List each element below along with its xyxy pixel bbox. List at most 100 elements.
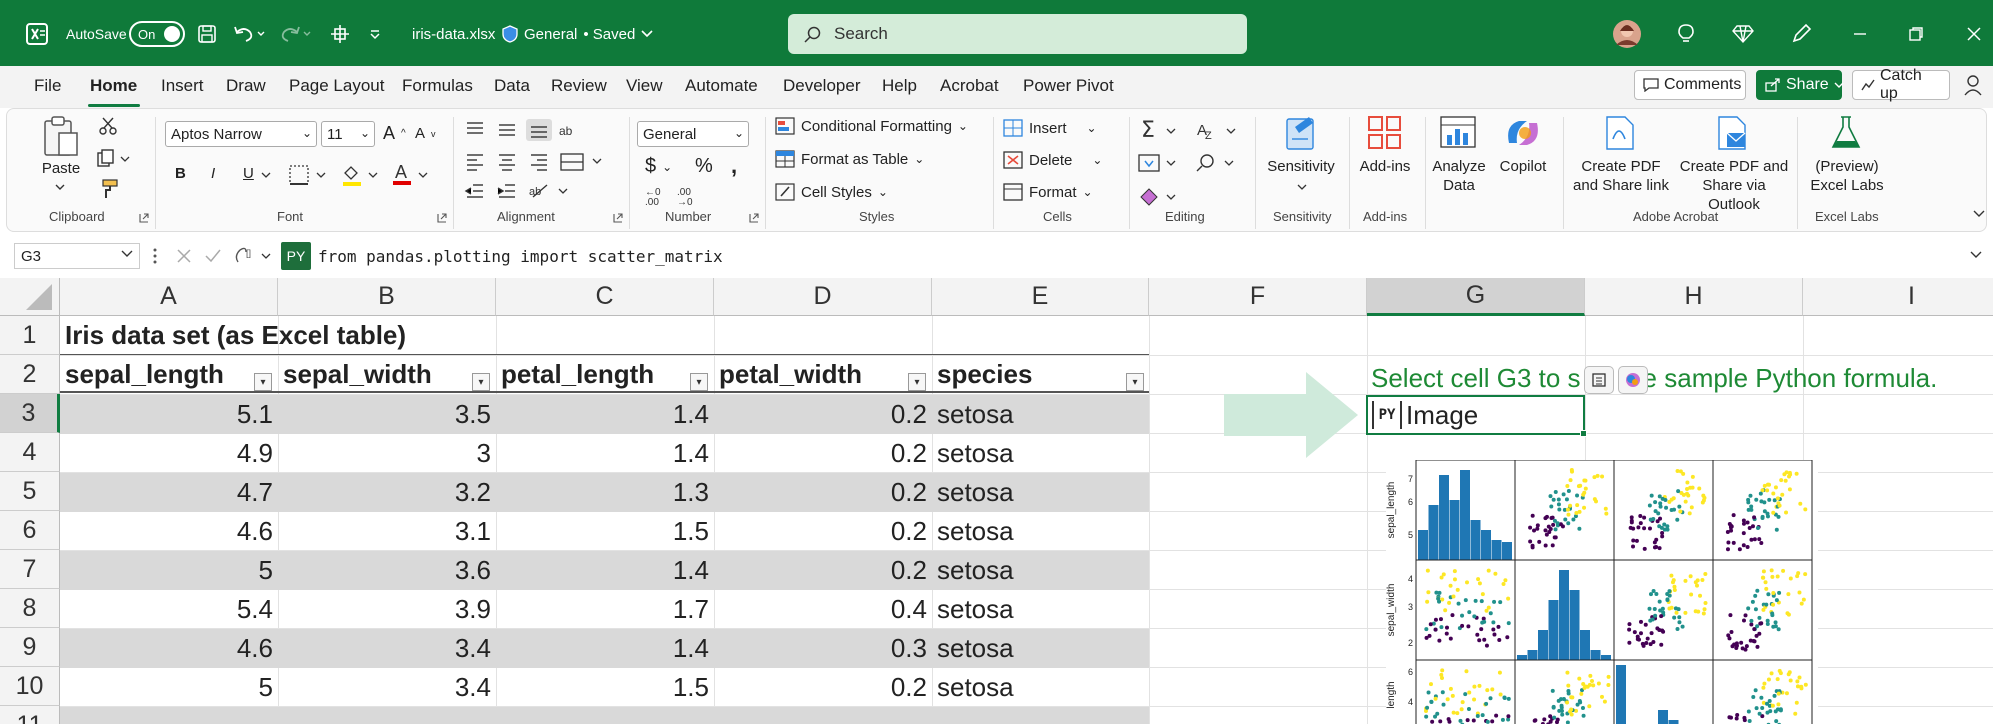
enter-icon[interactable] bbox=[204, 248, 222, 264]
table-cell[interactable]: 4.6 bbox=[60, 629, 278, 668]
avatar[interactable] bbox=[1612, 18, 1642, 50]
column-header-e[interactable]: E bbox=[932, 278, 1149, 316]
table-header-cell[interactable]: sepal_width bbox=[278, 355, 496, 394]
close-icon[interactable] bbox=[1966, 18, 1982, 50]
table-cell[interactable]: 0.2 bbox=[714, 668, 932, 707]
dialog-launcher-icon[interactable] bbox=[437, 213, 447, 223]
table-cell[interactable]: 4.6 bbox=[60, 512, 278, 551]
row-header-2[interactable]: 2 bbox=[0, 355, 60, 394]
table-cell[interactable]: setosa bbox=[932, 551, 1149, 590]
tab-review[interactable]: Review bbox=[551, 76, 607, 96]
table-cell[interactable]: 4.9 bbox=[60, 434, 278, 473]
table-cell[interactable]: 0.3 bbox=[714, 629, 932, 668]
table-cell[interactable]: 0.2 bbox=[714, 434, 932, 473]
sensitivity-label[interactable]: General • Saved bbox=[502, 18, 653, 50]
worksheet-grid[interactable]: A B C D E F G H I 1 2 3 4 5 6 7 8 9 10 1… bbox=[0, 278, 1993, 724]
align-left-icon[interactable] bbox=[463, 151, 613, 173]
column-header-c[interactable]: C bbox=[496, 278, 714, 316]
tab-automate[interactable]: Automate bbox=[685, 76, 758, 96]
column-header-f[interactable]: F bbox=[1149, 278, 1367, 316]
row-header-9[interactable]: 9 bbox=[0, 628, 60, 667]
table-cell[interactable]: 1.4 bbox=[496, 395, 714, 434]
row-header-10[interactable]: 10 bbox=[0, 667, 60, 706]
filter-dropdown-icon[interactable]: ▾ bbox=[254, 373, 272, 391]
column-header-h[interactable]: H bbox=[1585, 278, 1803, 316]
tab-page-layout[interactable]: Page Layout bbox=[289, 76, 384, 96]
table-cell[interactable]: 1.4 bbox=[496, 551, 714, 590]
insert-cells-button[interactable]: Insert ⌄ bbox=[1003, 119, 1097, 137]
addins-button[interactable]: Add-ins bbox=[1353, 157, 1417, 176]
table-cell[interactable]: setosa bbox=[932, 473, 1149, 512]
table-header-cell[interactable]: sepal_length bbox=[60, 355, 278, 394]
increase-font-size-button[interactable]: A ^ bbox=[383, 123, 406, 144]
table-cell[interactable]: setosa bbox=[932, 434, 1149, 473]
table-cell[interactable]: 3.4 bbox=[278, 629, 496, 668]
touch-mode-icon[interactable] bbox=[330, 18, 350, 50]
row-header-8[interactable]: 8 bbox=[0, 589, 60, 628]
number-format-select[interactable]: General ⌄ bbox=[637, 121, 749, 147]
format-painter-icon[interactable] bbox=[97, 179, 119, 199]
table-cell[interactable]: 3.4 bbox=[278, 668, 496, 707]
indent-icon[interactable]: ab bbox=[463, 181, 573, 203]
pen-icon[interactable] bbox=[1790, 18, 1812, 50]
tab-developer[interactable]: Developer bbox=[783, 76, 861, 96]
underline-button[interactable]: U bbox=[243, 165, 254, 182]
sensitivity-button[interactable]: Sensitivity bbox=[1261, 157, 1341, 176]
table-header-cell[interactable]: petal_width bbox=[714, 355, 932, 394]
table-cell[interactable]: 3.6 bbox=[278, 551, 496, 590]
autosum-icon[interactable]: ΣAZ bbox=[1137, 117, 1247, 213]
format-cells-button[interactable]: Format ⌄ bbox=[1003, 183, 1093, 201]
catch-up-button[interactable]: Catch up bbox=[1852, 67, 1950, 102]
restore-icon[interactable] bbox=[1908, 18, 1924, 50]
comma-style-button[interactable]: , bbox=[731, 153, 737, 179]
tab-data[interactable]: Data bbox=[494, 76, 530, 96]
minimize-icon[interactable] bbox=[1852, 18, 1868, 50]
chevron-down-icon[interactable] bbox=[55, 183, 65, 191]
currency-button[interactable]: $ ⌄ bbox=[645, 155, 672, 178]
font-size-select[interactable]: 11 ⌄ bbox=[321, 121, 375, 147]
column-header-d[interactable]: D bbox=[714, 278, 932, 316]
row-header-4[interactable]: 4 bbox=[0, 433, 60, 472]
addins-icon[interactable] bbox=[1367, 115, 1403, 151]
tab-view[interactable]: View bbox=[626, 76, 663, 96]
table-cell[interactable]: 4.7 bbox=[60, 473, 278, 512]
cell-styles-button[interactable]: Cell Styles ⌄ bbox=[775, 183, 888, 201]
share-button[interactable]: Share bbox=[1756, 70, 1844, 100]
table-cell[interactable]: 1.3 bbox=[496, 473, 714, 512]
table-cell[interactable]: setosa bbox=[932, 629, 1149, 668]
table-cell[interactable]: 3.5 bbox=[278, 395, 496, 434]
more-options-icon[interactable] bbox=[152, 246, 158, 266]
customize-qat-icon[interactable] bbox=[368, 18, 382, 50]
table-cell[interactable]: setosa bbox=[932, 668, 1149, 707]
table-cell[interactable]: 5.4 bbox=[60, 590, 278, 629]
table-cell[interactable]: 3.9 bbox=[278, 590, 496, 629]
percent-button[interactable]: % bbox=[695, 155, 713, 178]
table-cell[interactable]: 0.2 bbox=[714, 512, 932, 551]
table-cell[interactable]: 0.2 bbox=[714, 395, 932, 434]
table-cell[interactable]: 0.2 bbox=[714, 473, 932, 512]
table-cell[interactable]: 1.7 bbox=[496, 590, 714, 629]
table-cell[interactable]: 3 bbox=[278, 434, 496, 473]
filter-dropdown-icon[interactable]: ▾ bbox=[908, 373, 926, 391]
person-icon[interactable] bbox=[1964, 74, 1986, 96]
analyze-data-button[interactable]: Analyze Data bbox=[1429, 157, 1489, 195]
table-cell[interactable]: 1.4 bbox=[496, 629, 714, 668]
create-pdf-outlook-icon[interactable] bbox=[1715, 115, 1749, 151]
tab-formulas[interactable]: Formulas bbox=[402, 76, 473, 96]
dialog-launcher-icon[interactable] bbox=[139, 213, 149, 223]
table-cell[interactable]: 1.4 bbox=[496, 434, 714, 473]
collapse-ribbon-icon[interactable] bbox=[1973, 209, 1985, 219]
table-cell[interactable]: 0.4 bbox=[714, 590, 932, 629]
copy-icon[interactable] bbox=[97, 149, 131, 167]
lightbulb-icon[interactable] bbox=[1676, 18, 1696, 50]
tab-power-pivot[interactable]: Power Pivot bbox=[1023, 76, 1114, 96]
tab-draw[interactable]: Draw bbox=[226, 76, 266, 96]
format-as-table-button[interactable]: Format as Table ⌄ bbox=[775, 150, 924, 168]
filter-dropdown-icon[interactable]: ▾ bbox=[472, 373, 490, 391]
column-header-b[interactable]: B bbox=[278, 278, 496, 316]
tab-help[interactable]: Help bbox=[882, 76, 917, 96]
decrease-font-size-button[interactable]: Av bbox=[415, 125, 436, 142]
borders-icon[interactable] bbox=[289, 165, 329, 185]
paste-button[interactable]: Paste bbox=[39, 159, 83, 178]
select-all-button[interactable] bbox=[0, 278, 60, 316]
